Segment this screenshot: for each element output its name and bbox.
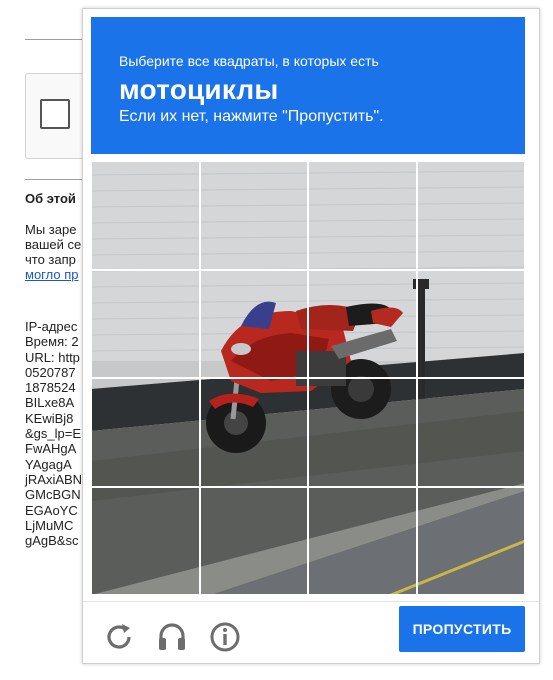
prompt-instruction: Выберите все квадраты, в которых есть (119, 53, 379, 69)
grid-tile-1[interactable] (91, 161, 200, 270)
audio-icon[interactable] (154, 619, 190, 655)
info-line: FwAHgA (25, 441, 77, 457)
prompt-skip-hint: Если их нет, нажмите "Пропустить". (119, 108, 384, 125)
info-line: GMcBGN (25, 487, 81, 503)
grid-tile-6[interactable] (199, 269, 308, 378)
info-line: URL: http (25, 349, 80, 365)
divider (25, 39, 85, 40)
request-info: IP-адрес Время: 2 URL: http 0520787 1878… (25, 319, 82, 548)
grid-tile-12[interactable] (416, 378, 525, 487)
prompt-target-object: мотоциклы (119, 74, 279, 105)
grid-tile-11[interactable] (308, 378, 417, 487)
divider (25, 179, 85, 180)
captcha-challenge-dialog: Выберите все квадраты, в которых есть мо… (82, 8, 540, 664)
info-line: KEwiBj8 (25, 410, 74, 426)
grid-tile-14[interactable] (199, 486, 308, 595)
info-line: gAgB&sc (25, 533, 79, 549)
paragraph-line: Мы заре (25, 222, 77, 237)
checkbox[interactable] (40, 99, 70, 129)
info-line: LjMuMC (25, 517, 74, 533)
about-heading: Об этой (25, 191, 76, 206)
reload-icon[interactable] (101, 619, 137, 655)
info-line: jRAxiABN (25, 471, 83, 487)
more-info-link[interactable]: могло пр (25, 267, 81, 282)
info-icon[interactable] (207, 619, 243, 655)
image-grid (91, 161, 525, 595)
paragraph-line: вашей се (25, 237, 82, 252)
info-line: &gs_lp=E (25, 426, 82, 442)
grid-tile-13[interactable] (91, 486, 200, 595)
info-paragraph: Мы заре вашей се что запр могло пр (25, 222, 81, 282)
grid-tile-7[interactable] (308, 269, 417, 378)
grid-tile-4[interactable] (416, 161, 525, 270)
grid-tile-3[interactable] (308, 161, 417, 270)
challenge-header: Выберите все квадраты, в которых есть мо… (91, 17, 525, 154)
info-line: Время: 2 (25, 334, 79, 350)
grid-tile-2[interactable] (199, 161, 308, 270)
grid-tile-8[interactable] (416, 269, 525, 378)
grid-tile-15[interactable] (308, 486, 417, 595)
grid-tile-16[interactable] (416, 486, 525, 595)
grid-tile-10[interactable] (199, 378, 308, 487)
info-line: EGAoYC (25, 502, 78, 518)
info-line: IP-адрес (25, 319, 78, 334)
paragraph-line: что запр (25, 252, 76, 267)
footer-divider (83, 601, 539, 602)
info-line: BILxe8A (25, 395, 75, 411)
info-line: 1878524 (25, 380, 76, 396)
tile-grid (91, 161, 525, 595)
skip-button[interactable]: ПРОПУСТИТЬ (399, 606, 525, 652)
grid-tile-5[interactable] (91, 269, 200, 378)
grid-tile-9[interactable] (91, 378, 200, 487)
info-line: YAgagA (25, 456, 72, 472)
info-line: 0520787 (25, 364, 76, 380)
